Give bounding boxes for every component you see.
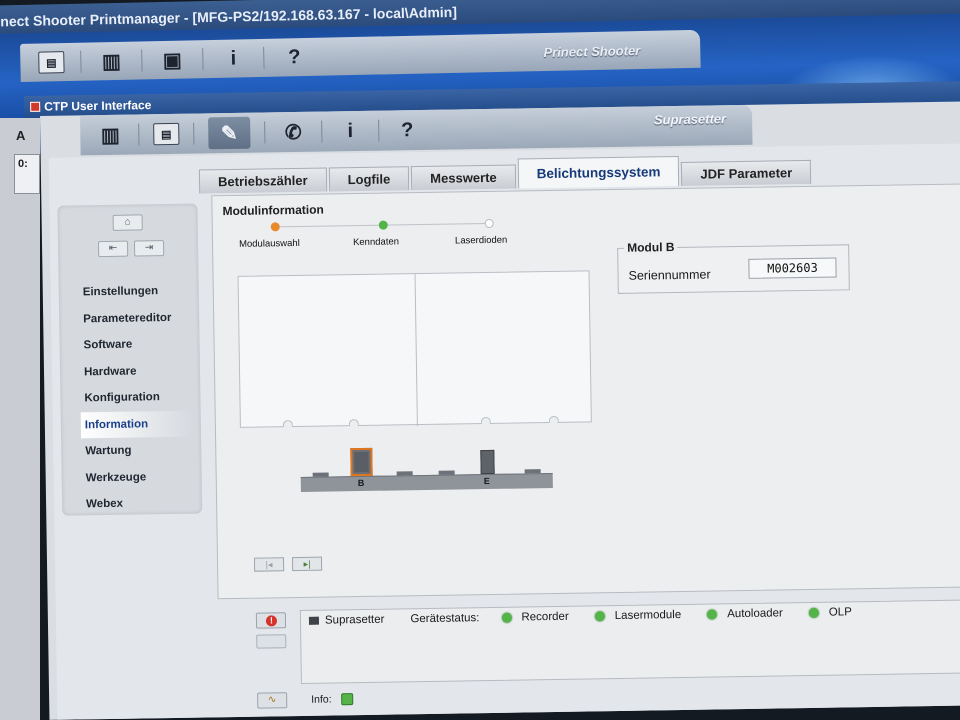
app-icon bbox=[30, 101, 41, 112]
step-dot-kenndaten[interactable] bbox=[378, 220, 388, 230]
sidebar-item-parametereditor[interactable]: Parametereditor bbox=[79, 304, 191, 332]
autoloader-status-label: Autoloader bbox=[727, 607, 783, 621]
rail-label-b: B bbox=[357, 477, 365, 489]
step-label-kenndaten: Kenndaten bbox=[352, 236, 400, 249]
status-area: Suprasetter Gerätestatus: Recorder Laser… bbox=[216, 599, 960, 717]
sidebar-item-software[interactable]: Software bbox=[79, 331, 191, 359]
ctp-window-body: ▥ ▤ ✎ ✆ i ? Suprasetter Betriebszähler L… bbox=[40, 101, 960, 720]
modul-b-group: Modul B Seriennummer M002603 bbox=[617, 240, 850, 294]
info-icon[interactable]: i bbox=[219, 46, 247, 71]
tab-logfile[interactable]: Logfile bbox=[328, 166, 410, 192]
lasermodule-status-label: Lasermodule bbox=[614, 608, 682, 623]
sidebar-item-werkzeuge[interactable]: Werkzeuge bbox=[81, 463, 193, 491]
info-icon[interactable]: i bbox=[336, 119, 364, 143]
outer-left-strip: A 0: bbox=[0, 118, 40, 720]
step-label-laserdioden: Laserdioden bbox=[454, 234, 508, 247]
outer-left-box[interactable]: 0: bbox=[14, 154, 40, 194]
sidebar-item-information[interactable]: Information bbox=[80, 410, 194, 439]
step-indicator: Modulauswahl Kenndaten Laserdioden bbox=[223, 215, 524, 260]
tab-betriebszaehler[interactable]: Betriebszähler bbox=[198, 167, 327, 194]
modul-info-title: Modulinformation bbox=[222, 202, 324, 219]
document-icon[interactable]: ▤ bbox=[153, 122, 180, 146]
recorder-status-led bbox=[501, 612, 512, 623]
olp-status-label: OLP bbox=[828, 606, 852, 619]
help-icon[interactable]: ? bbox=[393, 118, 421, 142]
document-icon[interactable]: ▤ bbox=[38, 51, 65, 74]
serial-number-label: Seriennummer bbox=[628, 267, 711, 283]
status-panel: Suprasetter Gerätestatus: Recorder Laser… bbox=[299, 599, 960, 684]
message-icon[interactable] bbox=[256, 634, 287, 649]
module-b-slot[interactable] bbox=[350, 447, 373, 477]
sidebar-list: Einstellungen Parametereditor Software H… bbox=[79, 278, 195, 518]
home-icon[interactable]: ⌂ bbox=[112, 214, 143, 231]
serial-number-field[interactable]: M002603 bbox=[748, 257, 837, 279]
content-area: Betriebszähler Logfile Messwerte Belicht… bbox=[48, 143, 960, 720]
info-label: Info: bbox=[311, 693, 332, 706]
status-device-name: Suprasetter bbox=[324, 613, 385, 627]
rail-label-e: E bbox=[483, 475, 490, 487]
module-rail: B E bbox=[300, 447, 553, 492]
sidebar: ⌂ ⇤ ⇥ Einstellungen Parametereditor Soft… bbox=[57, 203, 203, 518]
chart-icon[interactable]: ▥ bbox=[97, 49, 125, 74]
error-icon[interactable] bbox=[255, 612, 287, 629]
step-dot-modulauswahl[interactable] bbox=[270, 222, 280, 232]
back-icon[interactable]: ⇤ bbox=[97, 240, 129, 258]
wrench-icon[interactable]: ✎ bbox=[208, 116, 251, 150]
tab-jdf-parameter[interactable]: JDF Parameter bbox=[681, 159, 812, 186]
tab-messwerte[interactable]: Messwerte bbox=[411, 164, 516, 191]
signal-icon[interactable]: ∿ bbox=[257, 692, 288, 709]
lasermodule-status-led bbox=[594, 611, 605, 622]
help-icon[interactable]: ? bbox=[280, 45, 308, 70]
status-row: Suprasetter Gerätestatus: Recorder Laser… bbox=[308, 606, 852, 627]
recorder-status-label: Recorder bbox=[521, 610, 569, 624]
outer-brand: Prinect Shooter bbox=[543, 43, 641, 61]
olp-status-led bbox=[808, 607, 819, 618]
info-row: ∿ Info: bbox=[257, 691, 354, 709]
geraetestatus-label: Gerätestatus: bbox=[410, 612, 480, 626]
main-panel: Modulinformation Modulauswahl Kenndaten … bbox=[211, 183, 960, 600]
wizard-nav: |◂ ▸| bbox=[253, 556, 323, 572]
module-e-slot[interactable] bbox=[480, 449, 495, 475]
step-dot-laserdioden[interactable] bbox=[484, 218, 494, 229]
forward-icon[interactable]: ⇥ bbox=[133, 240, 165, 257]
sidebar-item-webex[interactable]: Webex bbox=[82, 490, 194, 518]
tab-belichtungssystem[interactable]: Belichtungssystem bbox=[517, 155, 680, 189]
sidebar-item-hardware[interactable]: Hardware bbox=[80, 357, 192, 385]
ctp-brand: Suprasetter bbox=[653, 111, 727, 128]
sidebar-item-wartung[interactable]: Wartung bbox=[81, 437, 193, 465]
sidebar-item-einstellungen[interactable]: Einstellungen bbox=[79, 278, 191, 306]
modul-b-legend: Modul B bbox=[624, 240, 678, 255]
chart-icon[interactable]: ▥ bbox=[96, 123, 124, 147]
sidebar-item-konfiguration[interactable]: Konfiguration bbox=[80, 384, 192, 412]
autoloader-status-led bbox=[707, 609, 718, 620]
previous-step-button[interactable]: |◂ bbox=[253, 557, 285, 572]
next-step-button[interactable]: ▸| bbox=[291, 556, 323, 572]
network-settings-icon[interactable]: ▣ bbox=[158, 48, 186, 73]
module-schematic bbox=[237, 270, 592, 428]
step-label-modulauswahl: Modulauswahl bbox=[238, 237, 300, 250]
ctp-window-title: CTP User Interface bbox=[44, 98, 152, 114]
device-icon bbox=[308, 616, 320, 625]
info-status-icon bbox=[341, 693, 354, 706]
outer-left-letter: A bbox=[16, 128, 26, 143]
phone-icon[interactable]: ✆ bbox=[279, 120, 307, 144]
